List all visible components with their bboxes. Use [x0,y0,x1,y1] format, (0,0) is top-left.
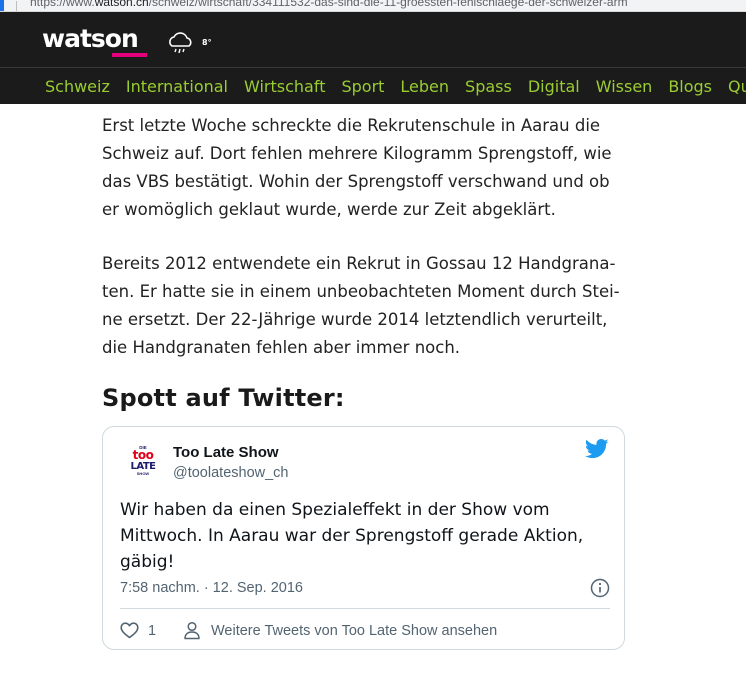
nav-item-sport[interactable]: Sport [341,77,384,96]
avatar-text-show: SHOW [137,471,150,476]
section-heading: Spott auf Twitter: [102,384,345,412]
paragraph-line: Schweiz auf. Dort fehlen mehrere Kilogra… [102,144,612,163]
url-host: watson.ch [94,0,149,9]
paragraph-line: ten. Er hatte sie in einem unbeobachtete… [102,282,620,301]
address-bar-separator [16,1,17,11]
temperature-readout: 8° [202,38,212,47]
nav-item-digital[interactable]: Digital [528,77,580,96]
article-paragraph: Erst letzte Woche schreckte die Rekruten… [102,112,632,224]
heart-icon[interactable] [120,622,139,639]
nav-item-leben[interactable]: Leben [400,77,449,96]
url-path: /schweiz/wirtschaft/334111532-das-sind-d… [148,0,628,9]
cloud-rain-icon [169,32,192,54]
like-count[interactable]: 1 [148,623,156,639]
article-body: Erst letzte Woche schreckte die Rekruten… [102,112,632,362]
url-prefix: https://www. [30,0,95,9]
avatar-text-too: too [133,448,154,462]
tweet-text-line: gäbig! [120,552,175,572]
nav-item-wirtschaft[interactable]: Wirtschaft [244,77,325,96]
paragraph-line: er womöglich geklaut wurde, werde zur Ze… [102,200,556,219]
nav-item-spass[interactable]: Spass [465,77,512,96]
paragraph-line: ne ersetzt. Der 22-Jährige wurde 2014 le… [102,310,608,329]
paragraph-line: Erst letzte Woche schreckte die Rekruten… [102,116,601,135]
embedded-tweet[interactable]: DIE too LATE SHOW Too Late Show @toolate… [102,426,625,650]
tweet-author-name[interactable]: Too Late Show [173,444,279,461]
tweet-author-handle[interactable]: @toolateshow_ch [173,465,288,481]
site-header: watson 8° [0,12,746,67]
tweet-text-line: Mittwoch. In Aarau war der Sprengstoff g… [120,526,584,546]
more-tweets-link[interactable]: Weitere Tweets von Too Late Show ansehen [211,623,497,639]
nav-item-schweiz[interactable]: Schweiz [45,77,110,96]
person-icon [184,621,200,640]
tweet-text: Wir haben da einen Spezialeffekt in der … [120,497,610,575]
info-icon[interactable] [590,578,610,598]
article-paragraph: Bereits 2012 entwendete ein Rekrut in Go… [102,250,632,362]
twitter-bird-icon[interactable] [585,439,609,459]
paragraph-line: die Handgranaten fehlen aber immer noch. [102,338,461,357]
nav-item-wissen[interactable]: Wissen [596,77,653,96]
tweet-timestamp[interactable]: 7:58 nachm. · 12. Sep. 2016 [120,580,303,596]
too-late-show-avatar[interactable]: DIE too LATE SHOW [120,443,166,477]
tweet-text-line: Wir haben da einen Spezialeffekt in der … [120,500,550,520]
paragraph-line: das VBS bestätigt. Wohin der Sprengstoff… [102,172,610,191]
browser-address-bar[interactable]: https://www.watson.ch/schweiz/wirtschaft… [0,0,746,12]
address-url[interactable]: https://www.watson.ch/schweiz/wirtschaft… [30,0,628,9]
logo-accent-bar [112,53,147,57]
browser-tab-marker [0,0,4,11]
tweet-divider [120,608,610,609]
nav-item-international[interactable]: International [126,77,228,96]
watson-logo[interactable]: watson [42,25,139,53]
paragraph-line: Bereits 2012 entwendete ein Rekrut in Go… [102,254,616,273]
nav-item-quiz[interactable]: Quiz [728,77,746,96]
main-navigation: Schweiz International Wirtschaft Sport L… [0,67,746,104]
nav-item-blogs[interactable]: Blogs [668,77,712,96]
